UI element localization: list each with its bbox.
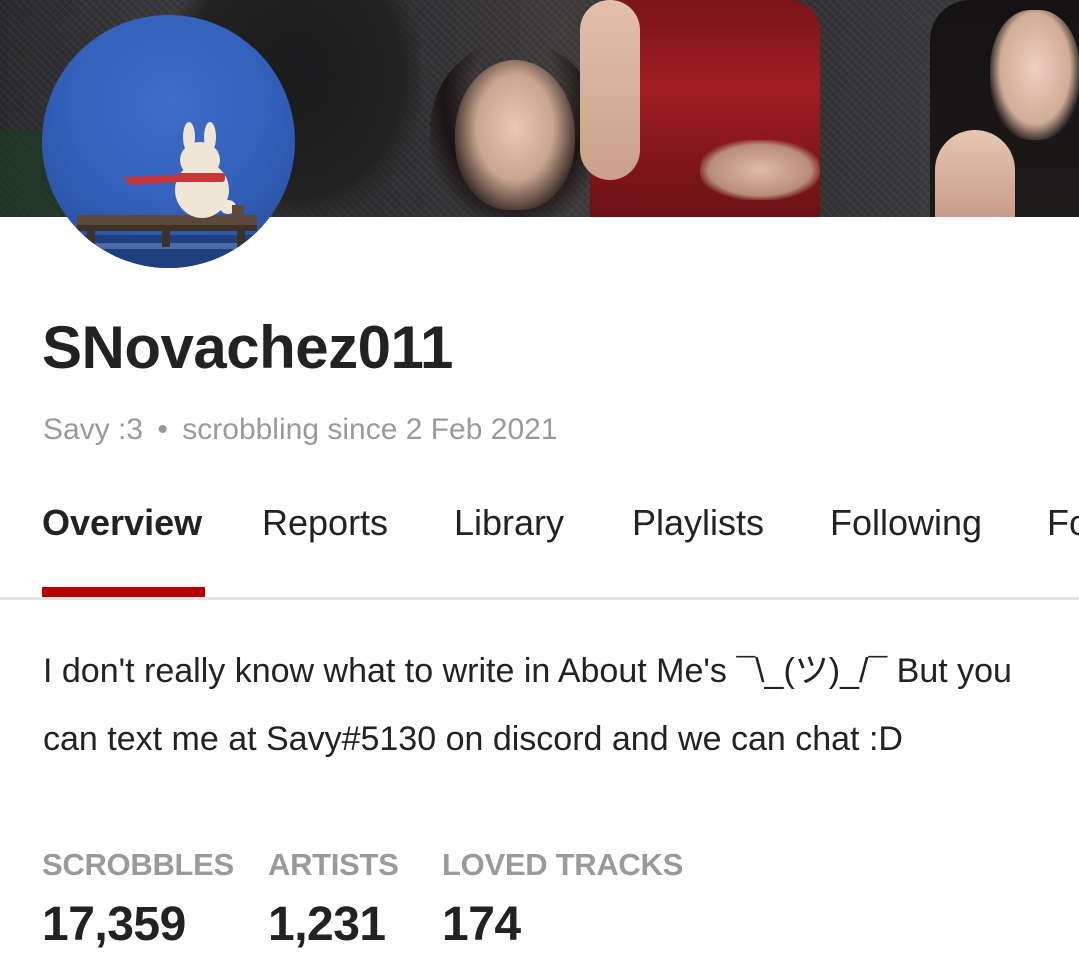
stat-loved-tracks[interactable]: LOVED TRACKS 174: [442, 840, 683, 960]
scrobbling-since: scrobbling since 2 Feb 2021: [182, 413, 558, 446]
tab-following[interactable]: Following: [830, 500, 982, 546]
banner-figure-right-face: [990, 10, 1079, 140]
stat-value: 174: [442, 898, 521, 951]
avatar[interactable]: [42, 15, 295, 268]
profile-meta: Savy :3 • scrobbling since 2 Feb 2021: [43, 410, 558, 450]
tab-reports[interactable]: Reports: [262, 500, 388, 546]
stat-value: 1,231: [268, 898, 386, 951]
meta-separator: •: [157, 413, 168, 446]
about-me-text: I don't really know what to write in Abo…: [43, 652, 1012, 758]
tab-playlists[interactable]: Playlists: [632, 500, 764, 546]
tab-library[interactable]: Library: [454, 500, 564, 546]
tab-followers[interactable]: Fo: [1047, 500, 1079, 546]
banner-figure-arm: [580, 0, 640, 180]
stat-artists[interactable]: ARTISTS 1,231: [268, 840, 399, 960]
banner-figure-right-shoulder: [935, 130, 1015, 217]
stat-scrobbles[interactable]: SCROBBLES 17,359: [42, 840, 234, 960]
stat-label: SCROBBLES: [42, 847, 234, 882]
profile-tabs: Overview Reports Library Playlists Follo…: [0, 490, 1079, 600]
display-name: Savy :3: [43, 413, 144, 446]
banner-figure-hands: [700, 140, 820, 200]
active-tab-indicator: [42, 587, 205, 597]
tab-overview[interactable]: Overview: [42, 500, 202, 546]
stat-value: 17,359: [42, 898, 186, 951]
page-title: SNovachez011: [42, 314, 453, 381]
banner-figure-face: [455, 60, 575, 210]
stat-label: ARTISTS: [268, 847, 399, 882]
bunny-avatar-illustration: [42, 122, 295, 268]
stat-label: LOVED TRACKS: [442, 847, 683, 882]
